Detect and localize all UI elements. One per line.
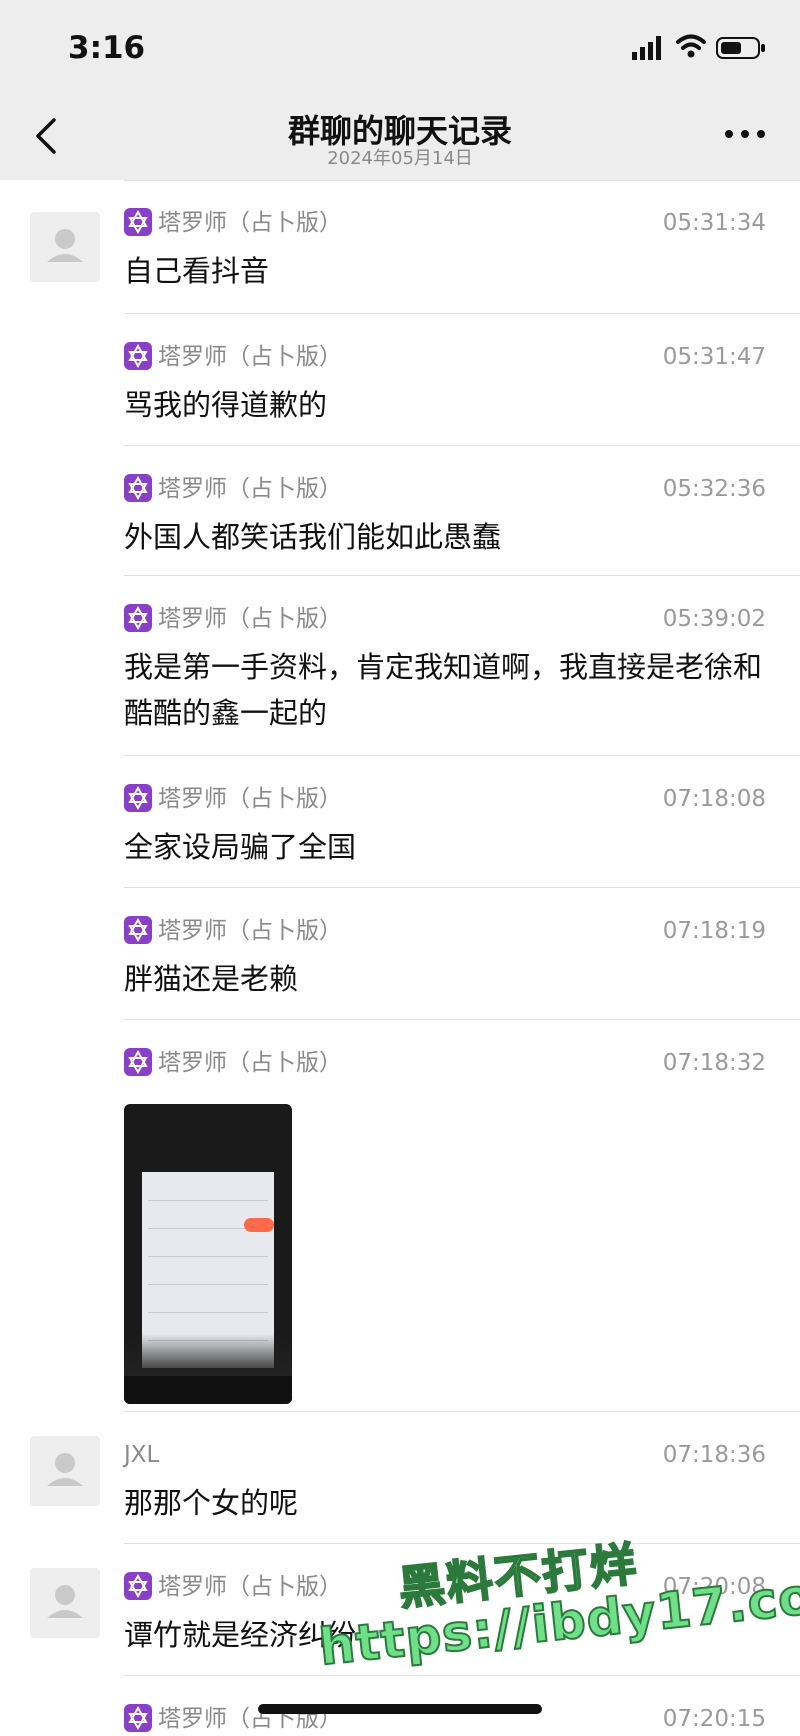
- fade-overlay: [124, 1334, 292, 1376]
- list-item[interactable]: JXL 07:18:36 那那个女的呢: [0, 1412, 800, 1544]
- sender-name: JXL: [124, 1442, 160, 1468]
- sender-name: 塔罗师（占卜版）: [124, 1046, 342, 1080]
- star-badge-icon: [124, 473, 152, 502]
- list-item[interactable]: 塔罗师（占卜版） 07:18:19 胖猫还是老赖: [0, 888, 800, 1020]
- list-item[interactable]: 塔罗师（占卜版） 05:31:34 自己看抖音: [0, 180, 800, 314]
- avatar[interactable]: [30, 1568, 100, 1638]
- star-badge-icon: [124, 341, 152, 370]
- star-badge-icon: [124, 603, 152, 632]
- message-time: 05:31:47: [662, 344, 766, 370]
- sender-name: 塔罗师（占卜版）: [124, 340, 342, 374]
- sender-name: 塔罗师（占卜版）: [124, 1570, 342, 1604]
- message-time: 05:31:34: [662, 210, 766, 236]
- sender-name: 塔罗师（占卜版）: [124, 472, 342, 506]
- sender-name: 塔罗师（占卜版）: [124, 602, 342, 636]
- cellular-signal-icon: [632, 36, 661, 60]
- message-time: 07:18:36: [662, 1442, 766, 1468]
- home-indicator[interactable]: [258, 1704, 542, 1714]
- divider: [124, 180, 800, 181]
- default-avatar-icon: [47, 1585, 83, 1618]
- star-badge-icon: [124, 783, 152, 812]
- star-badge-icon: [124, 1703, 152, 1732]
- more-options-icon[interactable]: [722, 122, 768, 146]
- status-time: 3:16: [68, 30, 146, 66]
- sender-name: 塔罗师（占卜版）: [124, 914, 342, 948]
- list-item[interactable]: 塔罗师（占卜版） 07:18:08 全家设局骗了全国: [0, 756, 800, 888]
- message-text[interactable]: 我是第一手资料，肯定我知道啊，我直接是老徐和酷酷的鑫一起的: [124, 644, 764, 736]
- message-text[interactable]: 骂我的得道歉的: [124, 382, 764, 428]
- wifi-icon: [676, 34, 706, 58]
- star-badge-icon: [124, 1571, 152, 1600]
- sender-name: 塔罗师（占卜版）: [124, 782, 342, 816]
- message-time: 07:18:32: [662, 1050, 766, 1076]
- default-avatar-icon: [47, 229, 83, 262]
- star-badge-icon: [124, 1047, 152, 1076]
- star-badge-icon: [124, 207, 152, 236]
- list-item[interactable]: 塔罗师（占卜版） 05:39:02 我是第一手资料，肯定我知道啊，我直接是老徐和…: [0, 576, 800, 756]
- battery-icon: [716, 37, 765, 59]
- message-time: 05:39:02: [662, 606, 766, 632]
- star-badge-icon: [124, 915, 152, 944]
- avatar[interactable]: [30, 212, 100, 282]
- message-time: 05:32:36: [662, 476, 766, 502]
- message-time: 07:18:19: [662, 918, 766, 944]
- image-thumbnail[interactable]: [124, 1104, 292, 1404]
- message-text[interactable]: 外国人都笑话我们能如此愚蠢: [124, 514, 764, 560]
- message-text[interactable]: 胖猫还是老赖: [124, 956, 764, 1002]
- message-time: 07:20:15: [662, 1706, 766, 1732]
- avatar[interactable]: [30, 1436, 100, 1506]
- message-text[interactable]: 自己看抖音: [124, 248, 764, 294]
- sender-name: 塔罗师（占卜版）: [124, 206, 342, 240]
- page-date: 2024年05月14日: [327, 148, 473, 169]
- default-avatar-icon: [47, 1453, 83, 1486]
- status-bar: 3:16: [0, 0, 800, 96]
- message-text[interactable]: 全家设局骗了全国: [124, 824, 764, 870]
- redaction-mark: [244, 1218, 274, 1232]
- message-text[interactable]: 那那个女的呢: [124, 1480, 764, 1526]
- nav-bar: 群聊的聊天记录 2024年05月14日: [0, 96, 800, 180]
- video-bar: [124, 1376, 292, 1404]
- list-item[interactable]: 塔罗师（占卜版） 07:18:32: [0, 1020, 800, 1412]
- message-time: 07:18:08: [662, 786, 766, 812]
- list-item[interactable]: 塔罗师（占卜版） 05:32:36 外国人都笑话我们能如此愚蠢: [0, 446, 800, 576]
- list-item[interactable]: 塔罗师（占卜版） 05:31:47 骂我的得道歉的: [0, 314, 800, 446]
